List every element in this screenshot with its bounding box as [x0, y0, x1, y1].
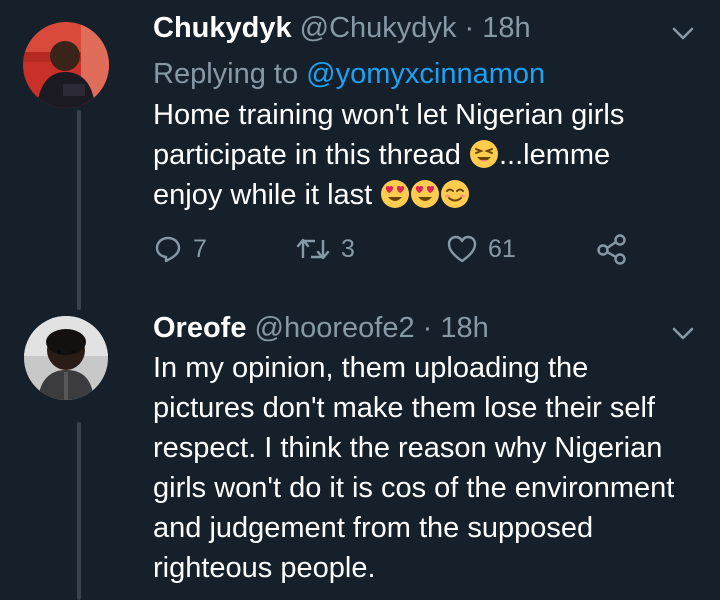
- chevron-down-icon[interactable]: [670, 320, 696, 346]
- avatar[interactable]: [24, 316, 108, 400]
- timestamp[interactable]: 18h: [440, 312, 488, 344]
- tweet-text-line: respect. I think the reason why Nigerian: [153, 432, 663, 464]
- retweet-icon: [296, 238, 330, 260]
- reply-count: 7: [193, 234, 207, 263]
- reply-button[interactable]: 7: [153, 231, 207, 267]
- display-name[interactable]: Oreofe: [153, 312, 246, 344]
- tweet-oreofe[interactable]: Oreofe @hooreofe2 · 18h In my opinion, t…: [0, 300, 720, 600]
- tweet-text-line: pictures don't make them lose their self: [153, 392, 655, 424]
- heart-eyes-emoji-icon: [381, 180, 410, 208]
- like-count: 61: [488, 234, 516, 263]
- reply-icon: [155, 236, 181, 263]
- tweet-header: Chukydyk @Chukydyk · 18h: [153, 11, 531, 45]
- timestamp[interactable]: 18h: [482, 12, 530, 44]
- share-button[interactable]: [596, 231, 628, 267]
- tweet-text: Home training won't let Nigerian girls p…: [153, 95, 713, 215]
- avatar[interactable]: [23, 22, 109, 108]
- retweet-count: 3: [341, 234, 355, 263]
- tweet-text-line: and judgement from the supposed: [153, 512, 594, 544]
- display-name[interactable]: Chukydyk: [153, 12, 292, 44]
- separator-dot: ·: [464, 12, 475, 44]
- retweet-button[interactable]: 3: [295, 231, 355, 267]
- tweet-text-line: Home training won't let Nigerian girls: [153, 99, 625, 131]
- laughing-squint-emoji-icon: [469, 140, 498, 168]
- replying-to-line: Replying to @yomyxcinnamon: [153, 57, 545, 91]
- tweet-text-line: enjoy while it last: [153, 175, 713, 215]
- heart-eyes-emoji-icon: [411, 180, 440, 208]
- tweet-actions: 7 3 61: [153, 231, 653, 267]
- mention-link[interactable]: @yomyxcinnamon: [306, 58, 545, 90]
- share-icon: [597, 234, 626, 265]
- tweet-text-line: participate in this thread ...lemme: [153, 135, 713, 175]
- user-handle[interactable]: @Chukydyk: [300, 12, 457, 44]
- tweet-text-segment: participate in this thread: [153, 139, 461, 171]
- tweet-text: In my opinion, them uploading the pictur…: [153, 348, 713, 588]
- tweet-text-segment: enjoy while it last: [153, 179, 373, 211]
- tweet-text-segment: ...lemme: [498, 139, 611, 171]
- replying-prefix: Replying to: [153, 58, 299, 90]
- tweet-text-line: righteous people.: [153, 552, 376, 584]
- heart-icon: [447, 235, 477, 263]
- tweet-text-line: girls won't do it is cos of the environm…: [153, 472, 675, 504]
- tweet-header: Oreofe @hooreofe2 · 18h: [153, 311, 489, 345]
- chevron-down-icon[interactable]: [670, 20, 696, 46]
- user-handle[interactable]: @hooreofe2: [255, 312, 415, 344]
- tweet-chukydyk[interactable]: Chukydyk @Chukydyk · 18h Replying to @yo…: [0, 0, 720, 300]
- tweet-text-line: In my opinion, them uploading the: [153, 352, 589, 384]
- separator-dot: ·: [422, 312, 433, 344]
- like-button[interactable]: 61: [446, 231, 516, 267]
- smiling-blush-emoji-icon: [441, 180, 470, 208]
